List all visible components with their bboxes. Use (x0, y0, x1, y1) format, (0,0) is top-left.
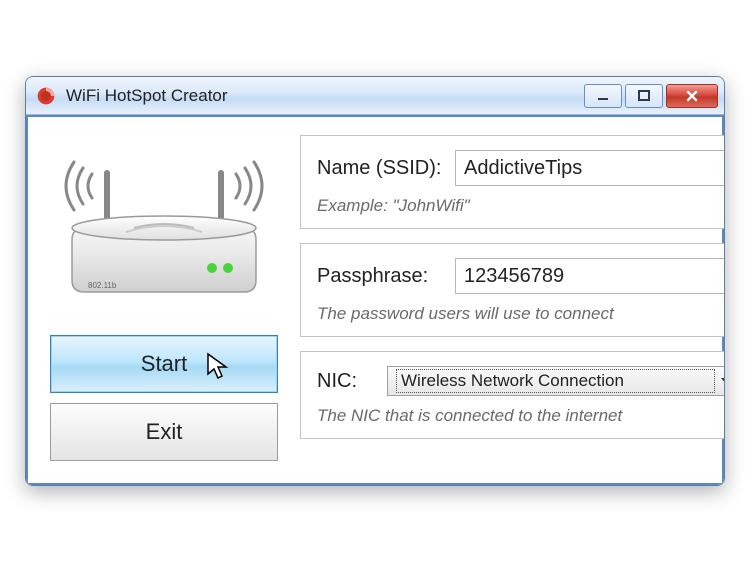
maximize-button[interactable] (625, 84, 663, 108)
start-button-label: Start (141, 351, 187, 377)
exit-button[interactable]: Exit (50, 403, 278, 461)
minimize-button[interactable] (584, 84, 622, 108)
cursor-icon (206, 352, 232, 388)
app-window: WiFi HotSpot Creator (25, 76, 725, 486)
exit-button-label: Exit (146, 419, 183, 445)
router-icon: 802.11b (50, 135, 278, 325)
title-bar: WiFi HotSpot Creator (26, 77, 724, 115)
ssid-helper: Example: "JohnWifi" (317, 196, 725, 216)
start-button[interactable]: Start (50, 335, 278, 393)
passphrase-input[interactable] (455, 258, 725, 294)
nic-label: NIC: (317, 370, 377, 393)
passphrase-panel: Passphrase: The password users will use … (300, 243, 725, 337)
ssid-label: Name (SSID): (317, 157, 445, 180)
nic-helper: The NIC that is connected to the interne… (317, 406, 725, 426)
left-column: 802.11b Start (50, 135, 278, 461)
right-column: Name (SSID): Example: "JohnWifi" Passphr… (300, 135, 725, 461)
nic-panel: NIC: Wireless Network Connection The NIC… (300, 351, 725, 439)
app-icon (36, 86, 56, 106)
passphrase-helper: The password users will use to connect (317, 304, 725, 324)
ssid-input[interactable] (455, 150, 725, 186)
nic-dropdown[interactable]: Wireless Network Connection (387, 366, 725, 396)
close-button[interactable] (666, 84, 718, 108)
ssid-panel: Name (SSID): Example: "JohnWifi" (300, 135, 725, 229)
nic-selected: Wireless Network Connection (396, 369, 715, 393)
window-title: WiFi HotSpot Creator (66, 86, 584, 106)
svg-text:802.11b: 802.11b (88, 281, 117, 290)
window-controls (584, 84, 718, 108)
content-area: 802.11b Start (26, 115, 724, 485)
chevron-down-icon (721, 378, 725, 384)
passphrase-label: Passphrase: (317, 265, 445, 288)
